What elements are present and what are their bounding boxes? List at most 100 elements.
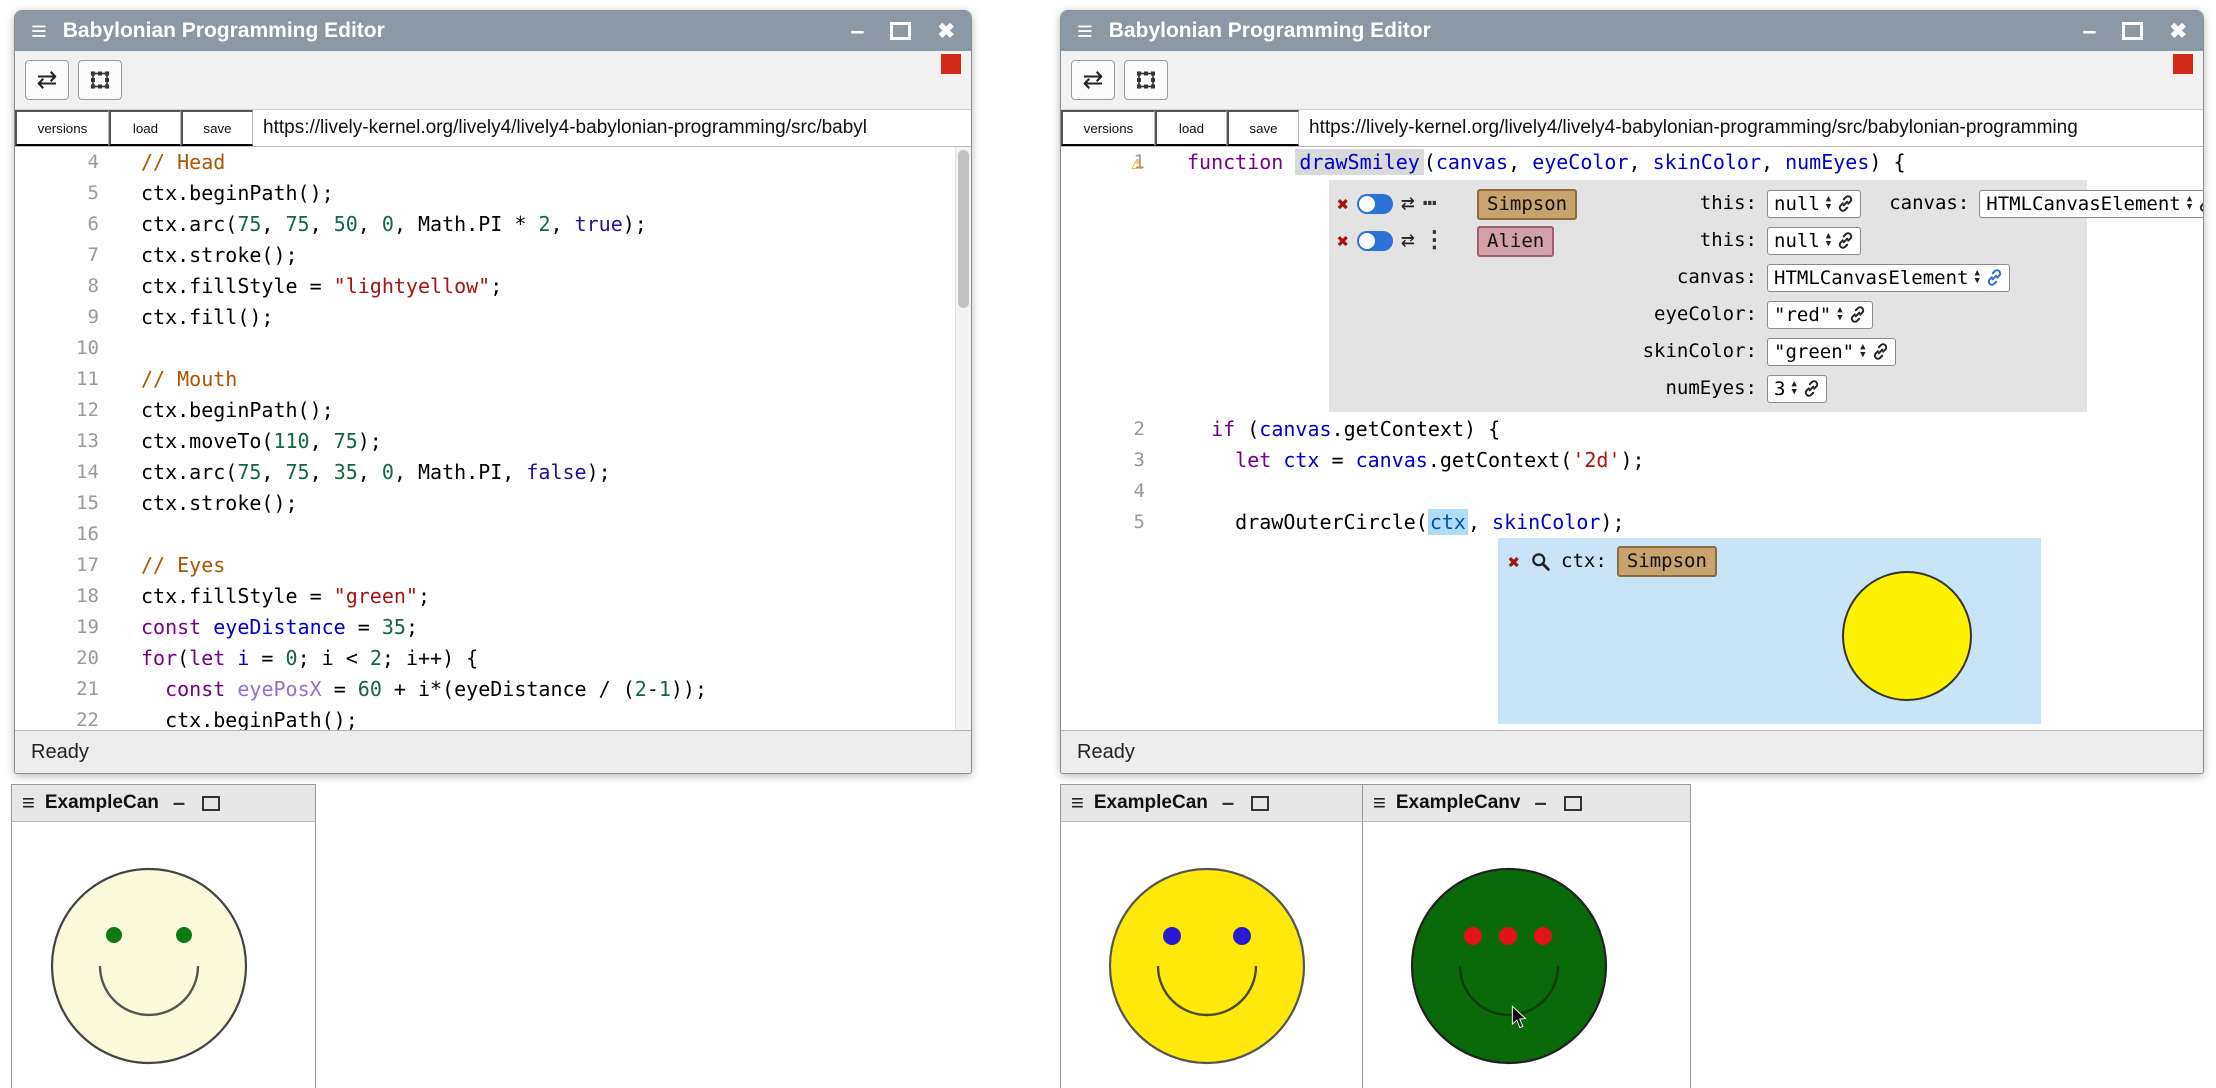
swap-arrows-button[interactable]: ⇄ <box>25 60 69 100</box>
stepper-icon[interactable]: ▲▼ <box>1860 344 1865 359</box>
tab-versions[interactable]: versions <box>15 110 109 146</box>
example-menu-button[interactable]: ⋯ <box>1423 192 1437 215</box>
code-text: const eyeDistance = 35; <box>115 612 971 643</box>
maximize-button[interactable] <box>2122 22 2143 40</box>
hamburger-menu-icon[interactable]: ≡ <box>1071 792 1084 814</box>
code-text: ctx.fillStyle = "green"; <box>115 581 971 612</box>
code-line: 5ctx.beginPath(); <box>15 178 971 209</box>
link-icon[interactable] <box>1986 269 2003 286</box>
smiley-face-canvas[interactable] <box>1363 822 1688 1088</box>
title-bar: ≡ ExampleCanv – <box>1363 785 1690 822</box>
code-token: ctx.stroke(); <box>141 243 298 267</box>
example-toggle[interactable] <box>1357 231 1393 251</box>
code-token <box>1271 448 1283 472</box>
code-token: + i*(eyeDistance / ( <box>382 677 635 701</box>
maximize-button[interactable] <box>1251 796 1269 811</box>
link-icon[interactable] <box>1837 195 1854 212</box>
tab-load[interactable]: load <box>1155 110 1227 146</box>
param-value-input[interactable]: "red"▲▼ <box>1767 301 1873 329</box>
hamburger-menu-icon[interactable]: ≡ <box>1077 18 1093 45</box>
stepper-icon[interactable]: ▲▼ <box>1974 270 1979 285</box>
minimize-button[interactable]: – <box>1534 792 1546 814</box>
window-title: Babylonian Programming Editor <box>1109 19 2067 43</box>
stepper-icon[interactable]: ▲▼ <box>1791 381 1796 396</box>
example-name-badge[interactable]: Simpson <box>1477 189 1577 220</box>
smiley-face-canvas[interactable] <box>1061 822 1361 1088</box>
smiley-canvas-area[interactable] <box>1363 822 1690 1088</box>
hamburger-menu-icon[interactable]: ≡ <box>1373 792 1386 814</box>
code-token: 0 <box>286 646 298 670</box>
stepper-icon[interactable]: ▲▼ <box>2187 196 2192 211</box>
minimize-button[interactable]: – <box>173 792 185 814</box>
code-editor[interactable]: 1⚠function drawSmiley(canvas, eyeColor, … <box>1061 147 2203 730</box>
param-value-input[interactable]: "green"▲▼ <box>1767 338 1896 366</box>
example-name-badge[interactable]: Alien <box>1477 226 1554 257</box>
line-number <box>1061 538 1161 724</box>
example-toggle[interactable] <box>1357 194 1393 214</box>
code-line: 17// Eyes <box>15 550 971 581</box>
code-editor[interactable]: 4// Head5ctx.beginPath();6ctx.arc(75, 75… <box>15 147 971 730</box>
link-icon[interactable] <box>2198 195 2203 212</box>
param-value-input[interactable]: null▲▼ <box>1767 227 1861 255</box>
code-token: .getContext) { <box>1332 417 1501 441</box>
line-number: 10 <box>15 333 115 364</box>
code-token: ctx.arc( <box>141 460 237 484</box>
hamburger-menu-icon[interactable]: ≡ <box>22 792 35 814</box>
minimize-button[interactable]: – <box>2082 19 2096 44</box>
code-line: 12ctx.beginPath(); <box>15 395 971 426</box>
minimize-button[interactable]: – <box>850 19 864 44</box>
tab-save[interactable]: save <box>1227 110 1299 146</box>
code-token: = <box>1319 448 1355 472</box>
minimize-button[interactable]: – <box>1222 792 1234 814</box>
close-button[interactable]: ✖ <box>937 21 955 42</box>
line-number: 8 <box>15 271 115 302</box>
scrollbar-thumb[interactable] <box>958 150 969 308</box>
link-icon[interactable] <box>1849 306 1866 323</box>
link-icon[interactable] <box>1872 343 1889 360</box>
smiley-face-canvas[interactable] <box>12 822 313 1088</box>
stepper-icon[interactable]: ▲▼ <box>1837 307 1842 322</box>
frame-select-button[interactable] <box>1124 60 1168 100</box>
maximize-button[interactable] <box>202 796 220 811</box>
code-line: 6ctx.arc(75, 75, 50, 0, Math.PI * 2, tru… <box>15 209 971 240</box>
window-title: ExampleCan <box>45 792 159 814</box>
example-controls: ✖ ⇄ ⋯ <box>1337 192 1477 215</box>
stepper-down-icon: ▼ <box>1826 241 1831 249</box>
param-value-input[interactable]: HTMLCanvasElement▲▼ <box>1979 190 2203 218</box>
code-line: ✖⇄⋯Simpsonthis:null▲▼canvas:HTMLCanvasEl… <box>1061 178 2203 414</box>
swap-arrows-button[interactable]: ⇄ <box>1401 229 1415 252</box>
example-name-badge[interactable]: Simpson <box>1617 546 1717 577</box>
line-number: 4 <box>15 147 115 178</box>
remove-example-button[interactable]: ✖ <box>1337 231 1349 251</box>
frame-select-button[interactable] <box>78 60 122 100</box>
vertical-scrollbar[interactable] <box>955 147 971 730</box>
code-text: ctx.beginPath(); <box>115 705 971 730</box>
close-button[interactable]: ✖ <box>2169 21 2187 42</box>
swap-arrows-button[interactable]: ⇄ <box>1071 60 1115 100</box>
tab-load[interactable]: load <box>109 110 181 146</box>
smiley-canvas-area[interactable] <box>1061 822 1363 1088</box>
line-number: 20 <box>15 643 115 674</box>
link-icon[interactable] <box>1803 380 1820 397</box>
param-value-input[interactable]: HTMLCanvasElement▲▼ <box>1767 264 2010 292</box>
link-icon[interactable] <box>1837 232 1854 249</box>
toolbar: ⇄ <box>1061 51 2203 110</box>
stepper-icon[interactable]: ▲▼ <box>1826 233 1831 248</box>
maximize-button[interactable] <box>1564 796 1582 811</box>
stepper-icon[interactable]: ▲▼ <box>1826 196 1831 211</box>
remove-probe-button[interactable]: ✖ <box>1508 552 1520 572</box>
param-value-input[interactable]: null▲▼ <box>1767 190 1861 218</box>
tab-versions[interactable]: versions <box>1061 110 1155 146</box>
swap-arrows-button[interactable]: ⇄ <box>1401 192 1415 215</box>
hamburger-menu-icon[interactable]: ≡ <box>31 18 47 45</box>
remove-example-button[interactable]: ✖ <box>1337 194 1349 214</box>
smiley-canvas-area[interactable] <box>12 822 315 1088</box>
param-value-input[interactable]: 3▲▼ <box>1767 375 1827 403</box>
magnifier-icon[interactable] <box>1530 551 1551 572</box>
url-field[interactable]: https://lively-kernel.org/lively4/lively… <box>253 110 971 146</box>
stepper-down-icon: ▼ <box>1860 352 1865 360</box>
url-field[interactable]: https://lively-kernel.org/lively4/lively… <box>1299 110 2203 146</box>
example-menu-button[interactable]: ⋮ <box>1423 229 1446 252</box>
tab-save[interactable]: save <box>181 110 253 146</box>
maximize-button[interactable] <box>890 22 911 40</box>
